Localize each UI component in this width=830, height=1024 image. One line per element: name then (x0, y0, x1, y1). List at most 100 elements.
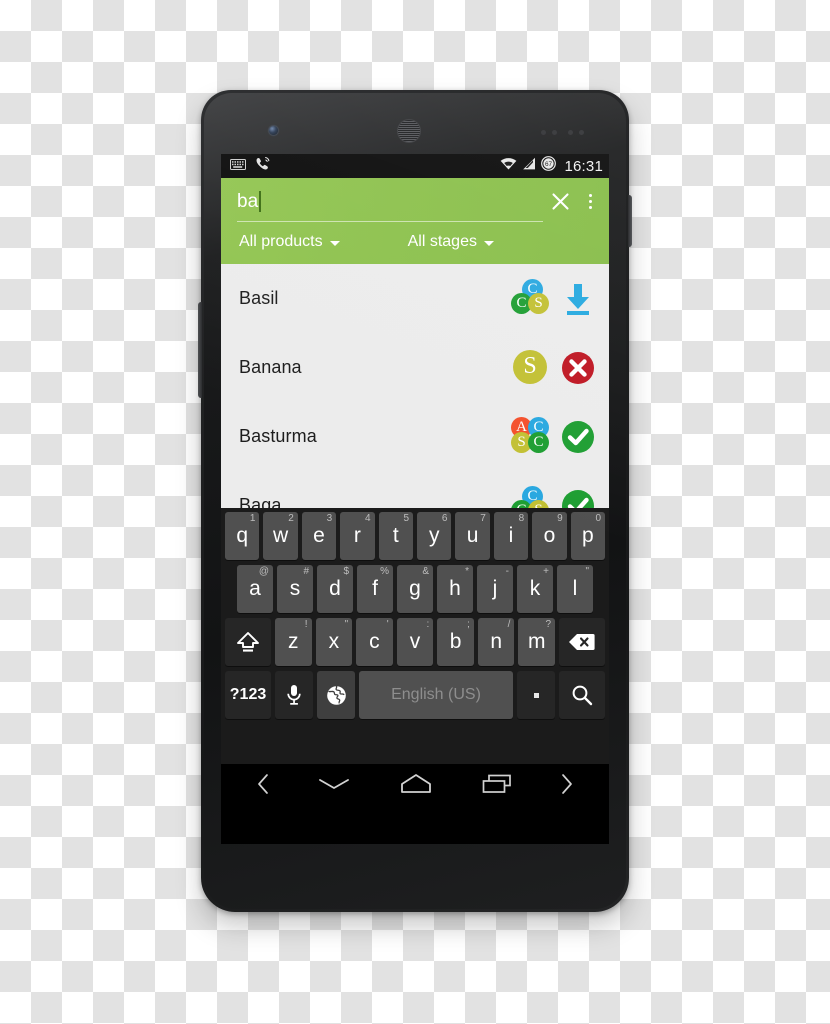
key-alt-label: 0 (595, 513, 602, 524)
globe-icon (326, 685, 346, 705)
key-a[interactable]: @ a (237, 565, 273, 613)
power-button[interactable] (628, 195, 632, 247)
error-circle-icon (562, 351, 594, 384)
check-circle-icon (562, 489, 594, 508)
search-input[interactable]: ba (237, 178, 543, 224)
space-key[interactable]: English (US) (359, 671, 513, 719)
key-p[interactable]: 0p (570, 512, 606, 560)
key-alt-label: 3 (326, 513, 333, 524)
key-c[interactable]: ' c (356, 618, 393, 666)
key-label: s (289, 577, 301, 600)
nav-next-button[interactable] (560, 773, 574, 800)
key-m[interactable]: ? m (518, 618, 556, 666)
key-alt-label: ; (467, 619, 470, 630)
product-list[interactable]: Basil CCS Banana S Basturma ACSC Baga CCS (221, 264, 609, 508)
key-n[interactable]: / n (477, 618, 515, 666)
key-v[interactable]: :v (396, 618, 434, 666)
list-item[interactable]: Basturma A C S C (221, 402, 609, 471)
status-bar-clock: 16:31 (564, 157, 603, 175)
on-screen-keyboard[interactable]: 1q2w3e4r5t6y7u8i9o0p @ a # s $ d% f & g * h - j + k " l … (221, 508, 609, 764)
filter-stages-dropdown[interactable]: All stages (408, 233, 494, 251)
symbols-key[interactable]: ?123 (225, 671, 271, 719)
nav-prev-button[interactable] (256, 773, 270, 800)
keyboard-row-4: ?123 English (US) (223, 671, 607, 719)
keyboard-row-1: 1q2w3e4r5t6y7u8i9o0p (223, 512, 607, 560)
shift-key[interactable] (224, 618, 271, 666)
key-l[interactable]: " l (557, 565, 593, 613)
filter-products-dropdown[interactable]: All products (239, 233, 340, 251)
navigation-bar[interactable] (221, 764, 609, 808)
key-label: x (328, 630, 340, 653)
key-u[interactable]: 7u (455, 512, 490, 560)
key-k[interactable]: + k (517, 565, 553, 613)
key-i[interactable]: 8i (493, 512, 529, 560)
microphone-key[interactable] (275, 671, 313, 719)
chevron-right-icon (561, 773, 572, 794)
text-cursor (259, 190, 262, 212)
key-alt-label: + (543, 566, 549, 577)
key-alt-label: 9 (557, 513, 563, 524)
shift-icon (237, 632, 259, 652)
phone-screen: 67 16:31 ba All products All stages Basi… (221, 154, 609, 844)
key-g[interactable]: & g (397, 565, 433, 613)
key-alt-label: ! (304, 619, 308, 630)
key-r[interactable]: 4r (340, 512, 375, 560)
key-alt-label: * (465, 566, 469, 577)
key-h[interactable]: * h (437, 565, 473, 613)
clear-search-button[interactable] (543, 184, 577, 218)
key-o[interactable]: 9o (532, 512, 567, 560)
volume-rocker-button[interactable] (198, 302, 202, 398)
stage-badge-cluster: CCS (509, 485, 553, 508)
key-alt-label: 7 (480, 513, 486, 524)
more-vertical-icon (588, 193, 592, 197)
key-label: e (313, 524, 325, 547)
key-s[interactable]: # s (277, 565, 313, 613)
key-d[interactable]: $ d (317, 565, 353, 613)
key-label: p (581, 524, 594, 547)
cellular-signal-icon (522, 157, 536, 175)
key-f[interactable]: % f (357, 565, 393, 613)
key-t[interactable]: 5t (378, 512, 413, 560)
nav-home-button[interactable] (398, 772, 434, 801)
search-icon (572, 685, 593, 706)
key-j[interactable]: -j (477, 565, 513, 613)
key-alt-label: % (380, 566, 389, 577)
key-w[interactable]: 2w (263, 512, 298, 560)
key-alt-label: $ (343, 566, 349, 577)
list-item[interactable]: Basil C C S (221, 264, 609, 333)
keyboard-icon (230, 157, 246, 175)
phone-device: 67 16:31 ba All products All stages Basi… (198, 90, 632, 912)
chevron-down-icon (483, 240, 494, 246)
period-key[interactable] (517, 671, 555, 719)
key-alt-label: 5 (403, 513, 409, 524)
key-label: w (272, 524, 289, 547)
key-alt-label: ? (545, 619, 552, 630)
search-key[interactable] (559, 671, 605, 719)
key-e[interactable]: 3e (301, 512, 337, 560)
wifi-icon (500, 157, 517, 175)
backspace-icon (569, 634, 595, 650)
key-label: a (249, 577, 261, 600)
list-item[interactable]: Baga CCS (221, 471, 609, 508)
key-z[interactable]: ! z (274, 618, 312, 666)
chevron-down-icon (319, 778, 350, 789)
search-input-value: ba (237, 190, 259, 212)
list-item[interactable]: Banana S (221, 333, 609, 402)
key-label: t (392, 524, 399, 547)
symbols-key-label: ?123 (229, 686, 267, 703)
earpiece-speaker-icon (397, 119, 421, 143)
key-q[interactable]: 1q (224, 512, 260, 560)
screenshot-canvas: 67 16:31 ba All products All stages Basi… (0, 0, 830, 1024)
nav-recents-button[interactable] (481, 773, 513, 800)
key-y[interactable]: 6y (417, 512, 452, 560)
key-b[interactable]: ; b (437, 618, 474, 666)
nav-hide-keyboard-button[interactable] (317, 775, 351, 798)
app-bar: ba All products All stages (221, 178, 609, 264)
language-globe-key[interactable] (317, 671, 355, 719)
key-alt-label: : (426, 619, 430, 630)
chevron-left-icon (258, 773, 269, 794)
check-circle-icon (562, 420, 594, 453)
overflow-menu-button[interactable] (577, 181, 603, 221)
backspace-key[interactable] (559, 618, 606, 666)
key-x[interactable]: " x (315, 618, 353, 666)
